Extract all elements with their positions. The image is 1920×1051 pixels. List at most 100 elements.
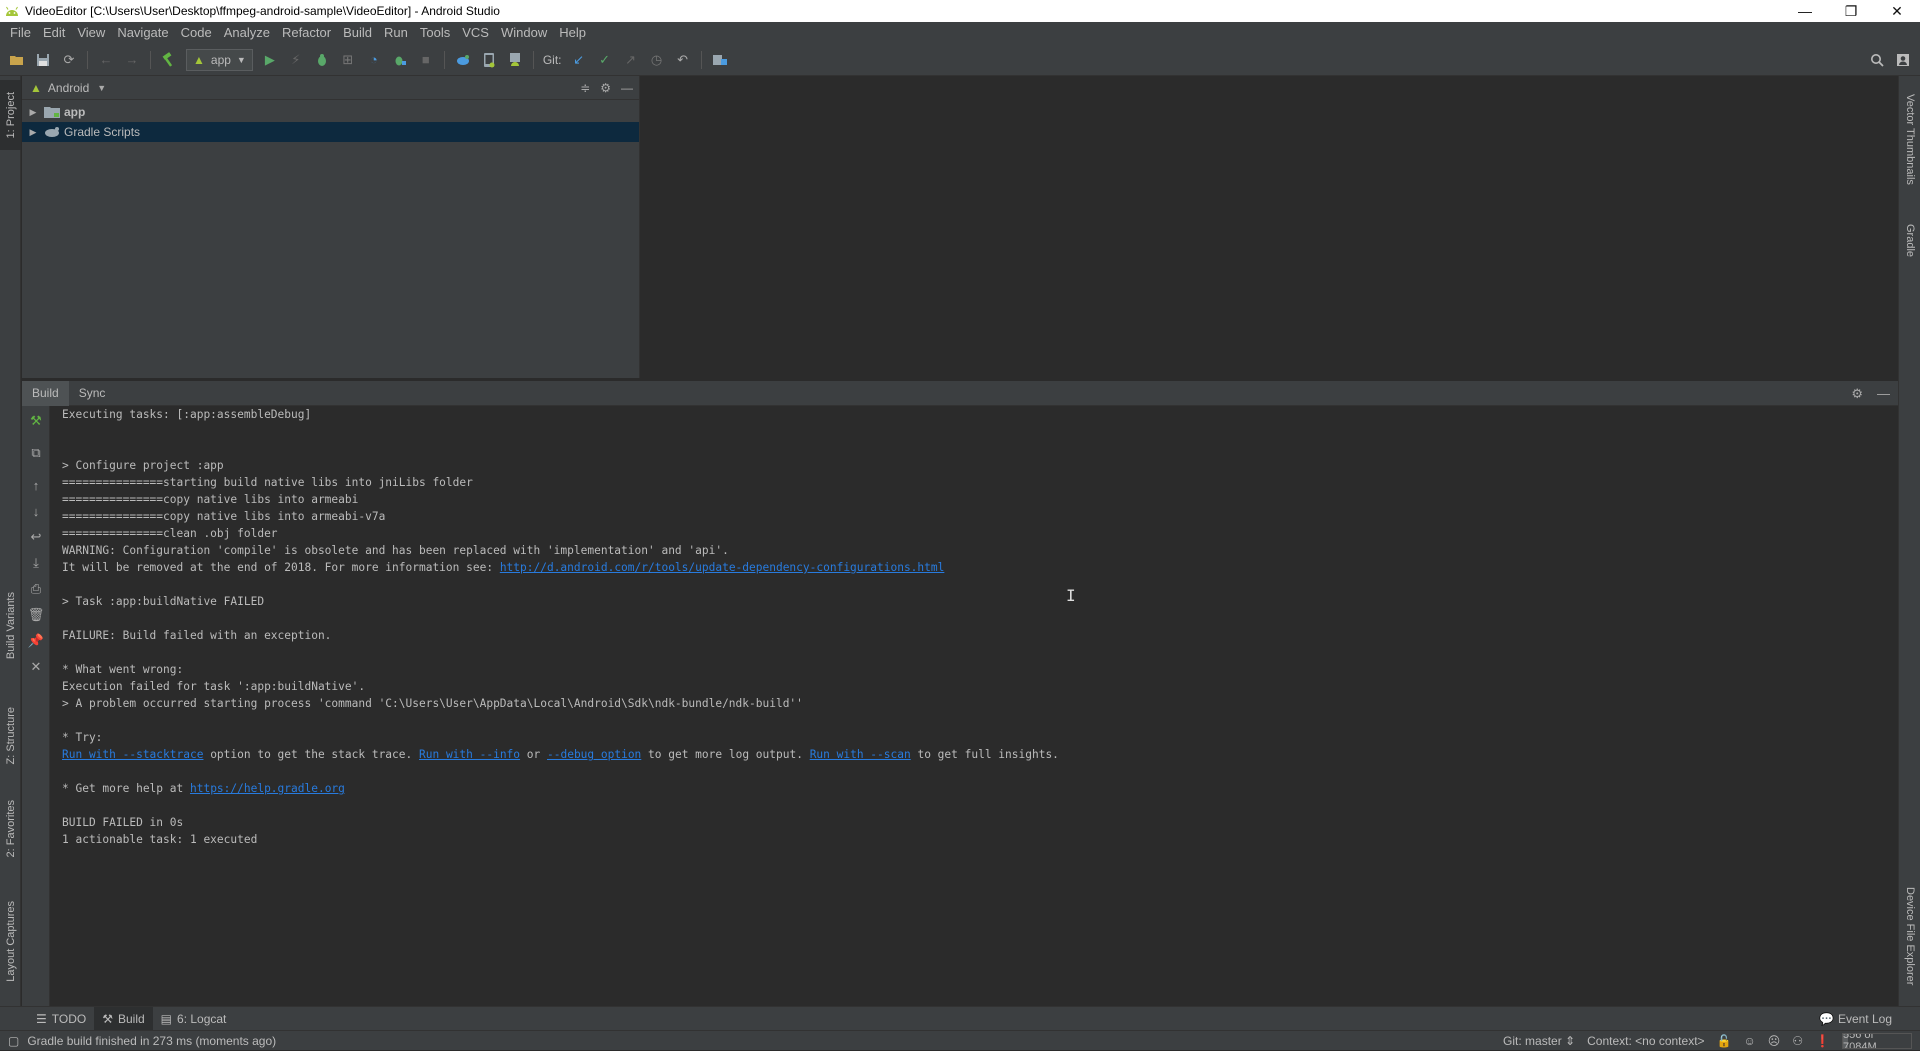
device-file-explorer-tool-tab[interactable]: Device File Explorer — [1899, 876, 1920, 996]
menu-view[interactable]: View — [71, 22, 111, 44]
save-icon[interactable] — [31, 48, 55, 72]
vcs-commit-icon[interactable]: ✓ — [593, 48, 617, 72]
tab-sync[interactable]: Sync — [69, 381, 116, 406]
console-link[interactable]: Run with --stacktrace — [62, 748, 203, 761]
tree-item-gradle-scripts[interactable]: ▶ Gradle Scripts — [22, 122, 639, 142]
menu-build[interactable]: Build — [337, 22, 378, 44]
collapse-all-icon[interactable]: ≑ — [580, 81, 590, 95]
expand-arrow-icon[interactable]: ▶ — [26, 127, 40, 138]
console-link[interactable]: --debug option — [547, 748, 641, 761]
menu-vcs[interactable]: VCS — [456, 22, 495, 44]
debug-attach-icon[interactable] — [388, 48, 412, 72]
gear-icon[interactable]: ⚙ — [1851, 386, 1863, 402]
open-folder-icon[interactable] — [5, 48, 29, 72]
structure-tool-tab[interactable]: Z: Structure — [0, 696, 21, 776]
hammer-icon[interactable]: ⚒ — [24, 410, 48, 432]
project-view-select[interactable]: Android — [48, 81, 89, 95]
memory-indicator[interactable]: 556 of 7084M — [1842, 1033, 1912, 1049]
lock-icon[interactable]: 🔓 — [1717, 1034, 1732, 1048]
account-icon[interactable] — [1891, 48, 1915, 72]
debug-icon[interactable] — [310, 48, 334, 72]
tab-logcat[interactable]: ▤ 6: Logcat — [153, 1007, 235, 1031]
make-project-hammer-icon[interactable] — [157, 48, 181, 72]
minimize-button[interactable]: — — [1782, 0, 1828, 22]
vcs-push-icon[interactable]: ↗ — [619, 48, 643, 72]
hide-panel-icon[interactable]: — — [1877, 386, 1890, 401]
menu-navigate[interactable]: Navigate — [111, 22, 174, 44]
menu-tools[interactable]: Tools — [414, 22, 456, 44]
toggle-view-icon[interactable]: ⧉ — [24, 442, 48, 464]
close-button[interactable]: ✕ — [1874, 0, 1920, 22]
gradle-tool-tab[interactable]: Gradle — [1899, 211, 1920, 271]
tab-todo[interactable]: ☰ TODO — [28, 1007, 94, 1031]
avd-manager-icon[interactable] — [477, 48, 501, 72]
status-toggle-icon[interactable]: ▢ — [8, 1034, 19, 1048]
vcs-update-icon[interactable]: ↙ — [567, 48, 591, 72]
menu-analyze[interactable]: Analyze — [218, 22, 276, 44]
stop-icon[interactable]: ■ — [414, 48, 438, 72]
print-icon[interactable]: ⎙ — [24, 578, 48, 600]
arrow-up-icon[interactable]: ↑ — [24, 474, 48, 496]
back-icon[interactable]: ← — [94, 48, 118, 72]
project-structure-icon[interactable] — [708, 48, 732, 72]
forward-icon[interactable]: → — [120, 48, 144, 72]
context-widget[interactable]: Context: <no context> — [1587, 1034, 1704, 1048]
tab-build-tool[interactable]: ⚒ Build — [94, 1006, 153, 1031]
search-icon[interactable] — [1865, 48, 1889, 72]
project-tool-tab[interactable]: 1: Project — [0, 80, 21, 150]
status-message[interactable]: Gradle build finished in 273 ms (moments… — [27, 1034, 276, 1048]
apply-changes-icon[interactable]: ⚡ — [284, 48, 308, 72]
android-icon: ▲ — [193, 52, 205, 67]
attach-debugger-icon[interactable]: ⊞ — [336, 48, 360, 72]
menu-window[interactable]: Window — [495, 22, 553, 44]
run-icon[interactable]: ▶ — [258, 48, 282, 72]
status-bar: ▢ Gradle build finished in 273 ms (momen… — [0, 1030, 1920, 1050]
console-link[interactable]: Run with --scan — [810, 748, 911, 761]
tab-build[interactable]: Build — [22, 380, 69, 406]
vcs-history-icon[interactable]: ◷ — [645, 48, 669, 72]
scroll-to-end-icon[interactable]: ⤓ — [24, 552, 48, 574]
vector-thumbnails-tool-tab[interactable]: Vector Thumbnails — [1899, 84, 1920, 194]
maximize-button[interactable]: ❐ — [1828, 0, 1874, 22]
gear-icon[interactable]: ⚙ — [600, 81, 611, 95]
menu-file[interactable]: File — [4, 22, 37, 44]
expand-arrow-icon[interactable]: ▶ — [26, 107, 40, 118]
gradle-sync-icon[interactable] — [451, 48, 475, 72]
trash-icon[interactable]: 🗑 — [24, 604, 48, 626]
profile-icon[interactable]: ◔ — [362, 48, 386, 72]
event-log-button[interactable]: 💬 Event Log — [1819, 1007, 1892, 1031]
menu-help[interactable]: Help — [553, 22, 592, 44]
soft-wrap-icon[interactable]: ↩ — [24, 526, 48, 548]
chevron-down-icon[interactable]: ▼ — [97, 83, 106, 93]
menu-edit[interactable]: Edit — [37, 22, 71, 44]
menu-code[interactable]: Code — [175, 22, 218, 44]
project-tree: ▶ app ▶ Gradle Scripts — [22, 100, 639, 142]
layout-captures-tool-tab[interactable]: Layout Captures — [0, 891, 21, 991]
sdk-manager-icon[interactable] — [503, 48, 527, 72]
pin-icon[interactable]: 📌 — [24, 630, 48, 652]
menu-run[interactable]: Run — [378, 22, 414, 44]
menu-refactor[interactable]: Refactor — [276, 22, 337, 44]
tree-item-app[interactable]: ▶ app — [22, 102, 639, 122]
console-link[interactable]: http://d.android.com/r/tools/update-depe… — [500, 561, 945, 574]
build-console[interactable]: Executing tasks: [:app:assembleDebug] > C… — [51, 406, 1898, 1006]
vcs-revert-icon[interactable]: ↶ — [671, 48, 695, 72]
git-branch-widget[interactable]: Git: master ⇕ — [1503, 1034, 1575, 1048]
build-variants-tool-tab[interactable]: Build Variants — [0, 576, 21, 676]
power-save-icon[interactable]: ⚇ — [1792, 1034, 1803, 1048]
run-configuration-select[interactable]: ▲ app ▼ — [186, 48, 253, 71]
notification-icon[interactable]: ❗ — [1815, 1034, 1830, 1048]
face-icon[interactable]: ☺ — [1744, 1034, 1756, 1048]
console-link[interactable]: Run with --info — [419, 748, 520, 761]
hide-panel-icon[interactable]: — — [621, 81, 633, 95]
favorites-tool-tab[interactable]: 2: Favorites — [0, 786, 21, 871]
console-link[interactable]: https://help.gradle.org — [190, 782, 345, 795]
close-icon[interactable]: ✕ — [24, 656, 48, 678]
inspection-icon[interactable]: ☹ — [1768, 1034, 1781, 1048]
console-line: Executing tasks: [:app:assembleDebug] — [62, 406, 1898, 423]
console-line: Run with --stacktrace option to get the … — [62, 746, 1898, 763]
console-line: ===============clean .obj folder — [62, 525, 1898, 542]
arrow-down-icon[interactable]: ↓ — [24, 500, 48, 522]
sync-icon[interactable]: ⟳ — [57, 48, 81, 72]
editor-area[interactable] — [641, 76, 1898, 378]
